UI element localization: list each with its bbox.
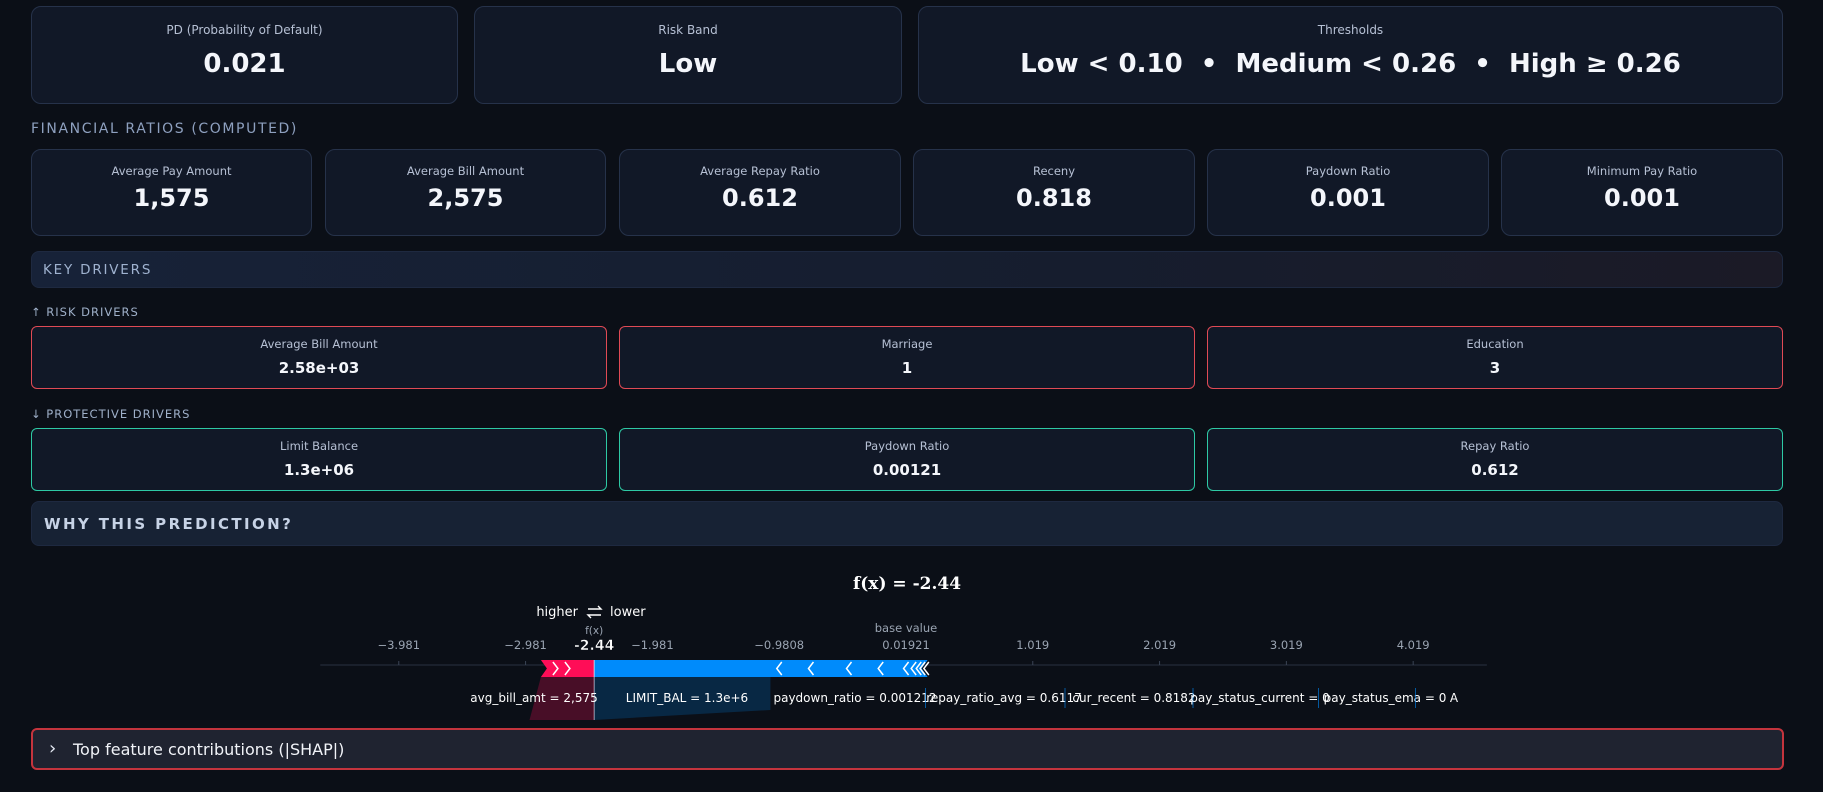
shap-force-plot: f(x) = -2.44 higher lower base value −3.… xyxy=(320,574,1487,720)
pd-value: 0.021 xyxy=(203,49,286,79)
feature-label: pay_status_ema = 0 xyxy=(1324,691,1447,705)
driver-value: 1 xyxy=(901,359,913,377)
thresholds-value: Low < 0.10 • Medium < 0.26 • High ≥ 0.26 xyxy=(1020,49,1681,79)
expander-label: Top feature contributions (|SHAP|) xyxy=(73,740,345,759)
protective-drivers-title: ↓ PROTECTIVE DRIVERS xyxy=(31,407,191,421)
driver-label: Limit Balance xyxy=(279,439,359,453)
ratio-card: Receny 0.818 xyxy=(913,149,1195,236)
feature-label: paydown_ratio = 0.001212 xyxy=(773,691,936,705)
swap-arrows-icon xyxy=(586,605,603,619)
tick-label: −2.981 xyxy=(504,638,547,652)
protective-driver-card: Limit Balance 1.3e+06 xyxy=(31,428,607,491)
protective-driver-card: Paydown Ratio 0.00121 xyxy=(619,428,1195,491)
tick-label: −3.981 xyxy=(377,638,420,652)
driver-label: Paydown Ratio xyxy=(864,439,950,453)
driver-label: Education xyxy=(1466,337,1524,351)
legend-higher: higher xyxy=(536,605,578,620)
top-feature-contributions-expander[interactable]: › Top feature contributions (|SHAP|) xyxy=(31,728,1784,770)
driver-label: Average Bill Amount xyxy=(260,337,378,351)
risk-driver-card: Marriage 1 xyxy=(619,326,1195,389)
ratio-value: 0.612 xyxy=(722,184,798,212)
financial-ratios-title: FINANCIAL RATIOS (COMPUTED) xyxy=(31,121,298,137)
ratio-value: 0.818 xyxy=(1016,184,1092,212)
positive-force-bar xyxy=(540,660,595,677)
ratio-label: Minimum Pay Ratio xyxy=(1586,164,1698,178)
thresholds-card: Thresholds Low < 0.10 • Medium < 0.26 • … xyxy=(918,6,1783,104)
driver-value: 0.612 xyxy=(1471,461,1519,479)
risk-band-value: Low xyxy=(658,49,718,79)
ratio-value: 2,575 xyxy=(427,184,504,212)
ratio-label: Average Pay Amount xyxy=(111,164,232,178)
ratio-card: Average Repay Ratio 0.612 xyxy=(619,149,901,236)
base-value-label: base value xyxy=(875,621,937,635)
tick-label: 0.01921 xyxy=(882,638,930,652)
risk-band-label: Risk Band xyxy=(658,23,718,37)
tick-label: 1.019 xyxy=(1016,638,1049,652)
key-drivers-header: KEY DRIVERS xyxy=(31,251,1783,288)
pd-label: PD (Probability of Default) xyxy=(166,23,323,37)
chevron-right-icon: › xyxy=(49,738,57,759)
feature-label: avg_bill_amt = 2,575 xyxy=(470,691,597,705)
feature-label: pay_status_current = 0 xyxy=(1190,691,1330,705)
feature-label: A xyxy=(1450,691,1459,705)
thresholds-label: Thresholds xyxy=(1317,23,1384,37)
force-bars xyxy=(529,660,930,720)
ratio-card: Average Pay Amount 1,575 xyxy=(31,149,312,236)
driver-label: Marriage xyxy=(881,337,933,351)
risk-driver-card: Education 3 xyxy=(1207,326,1783,389)
risk-drivers-title: ↑ RISK DRIVERS xyxy=(31,305,139,319)
tick-label: 3.019 xyxy=(1270,638,1303,652)
fx-marker-label: f(x) xyxy=(585,625,603,637)
protective-driver-card: Repay Ratio 0.612 xyxy=(1207,428,1783,491)
pd-card: PD (Probability of Default) 0.021 xyxy=(31,6,458,104)
risk-driver-card: Average Bill Amount 2.58e+03 xyxy=(31,326,607,389)
feature-label: LIMIT_BAL = 1.3e+6 xyxy=(626,691,748,705)
fx-marker-value: -2.44 xyxy=(574,638,615,654)
ratio-label: Average Repay Ratio xyxy=(700,164,820,178)
tick-label: −1.981 xyxy=(631,638,674,652)
why-prediction-header: WHY THIS PREDICTION? xyxy=(31,501,1783,546)
ratio-card: Minimum Pay Ratio 0.001 xyxy=(1501,149,1783,236)
ratio-label: Average Bill Amount xyxy=(406,164,525,178)
driver-value: 0.00121 xyxy=(872,461,942,479)
ratio-label: Receny xyxy=(1032,164,1076,178)
ratio-label: Paydown Ratio xyxy=(1305,164,1391,178)
ratio-value: 1,575 xyxy=(133,184,210,212)
feature-label: repay_ratio_avg = 0.6117 xyxy=(926,691,1082,705)
ratio-value: 0.001 xyxy=(1310,184,1386,212)
ratio-value: 0.001 xyxy=(1604,184,1680,212)
risk-band-card: Risk Band Low xyxy=(474,6,902,104)
ratio-card: Paydown Ratio 0.001 xyxy=(1207,149,1489,236)
feature-label: cur_recent = 0.8182 xyxy=(1072,691,1195,705)
driver-value: 3 xyxy=(1489,359,1501,377)
why-prediction-title: WHY THIS PREDICTION? xyxy=(44,515,294,533)
tick-label: −0.9808 xyxy=(754,638,804,652)
key-drivers-title: KEY DRIVERS xyxy=(43,262,153,278)
tick-label: 2.019 xyxy=(1143,638,1176,652)
tick-label: 4.019 xyxy=(1397,638,1430,652)
driver-label: Repay Ratio xyxy=(1460,439,1530,453)
ratio-card: Average Bill Amount 2,575 xyxy=(325,149,606,236)
legend-lower: lower xyxy=(610,605,646,620)
fx-title: f(x) = -2.44 xyxy=(853,574,961,594)
driver-value: 1.3e+06 xyxy=(283,461,355,479)
driver-value: 2.58e+03 xyxy=(278,359,360,377)
